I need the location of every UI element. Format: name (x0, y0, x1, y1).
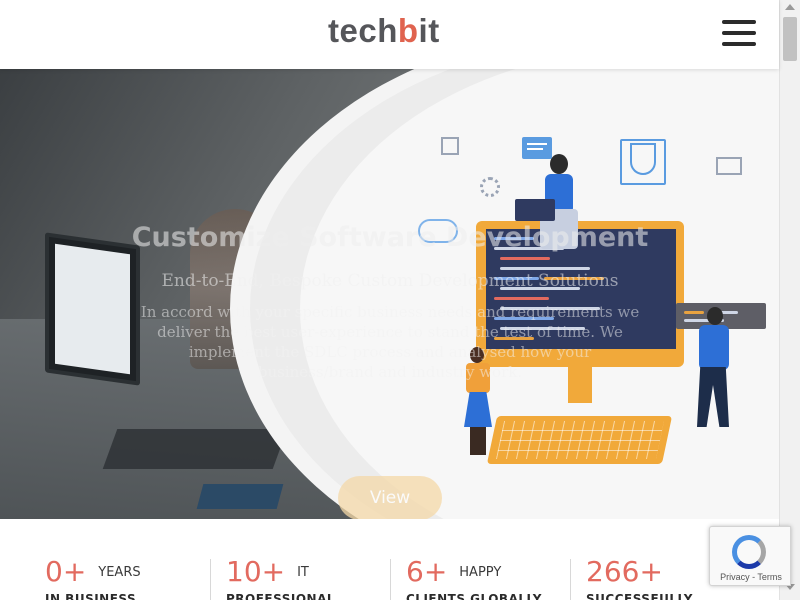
mail-icon (716, 157, 742, 175)
stat-unit: IT (297, 565, 309, 580)
recaptcha-links[interactable]: Privacy - Terms (710, 572, 792, 582)
site-header: techbit (0, 0, 779, 69)
recaptcha-badge[interactable]: Privacy - Terms (709, 526, 791, 586)
keyboard-keys (495, 421, 665, 459)
hamburger-menu-icon[interactable] (722, 20, 756, 48)
page: techbit Customize Software Development E… (0, 0, 800, 600)
scrollbar-thumb[interactable] (783, 17, 797, 61)
figure-body (699, 325, 729, 370)
stat-label: SUCCESSFULLY (586, 592, 693, 600)
stat-label: CLIENTS GLOBALLY (406, 592, 542, 600)
stat-years: 0+ YEARS IN BUSINESS (45, 555, 215, 600)
recaptcha-logo-center (742, 545, 756, 559)
menu-bar (722, 20, 756, 24)
hero-caption: Customize Software Development End-to-En… (110, 219, 670, 519)
logo-text-part2: it (418, 12, 440, 49)
plus-box-icon (441, 137, 459, 155)
stat-divider (570, 559, 571, 600)
laptop-icon (515, 199, 555, 221)
hero-description: In accord with your specific business ne… (140, 303, 640, 381)
figure-head (550, 154, 568, 174)
stat-label: PROFESSIONAL (226, 592, 336, 600)
stat-unit: YEARS (98, 565, 141, 580)
hero-slider: Customize Software Development End-to-En… (0, 69, 779, 519)
figure-legs (470, 427, 486, 455)
logo-text-part1: tech (328, 12, 398, 49)
view-button[interactable]: View (338, 476, 442, 519)
hero-title: Customize Software Development (131, 222, 649, 253)
scroll-up-arrow-icon[interactable] (785, 4, 795, 10)
techbit-logo[interactable]: techbit (328, 12, 440, 50)
stat-professionals: 10+ IT PROFESSIONAL (226, 555, 396, 600)
stats-section: 0+ YEARS IN BUSINESS 10+ IT PROFESSIONAL 6… (0, 519, 779, 600)
menu-bar (722, 42, 756, 46)
menu-bar (722, 31, 756, 35)
figure-legs (697, 367, 729, 427)
vertical-scrollbar[interactable] (779, 0, 800, 600)
stat-number: 0+ (45, 555, 87, 588)
figure-head (707, 307, 723, 325)
chat-line (527, 148, 543, 150)
stat-divider (210, 559, 211, 600)
hero-subtitle: End-to-End, Bespoke Custom Development S… (161, 271, 619, 291)
gear-icon (480, 177, 500, 197)
figure-skirt (464, 392, 492, 427)
standing-developer-figure (685, 307, 745, 437)
stat-number: 6+ (406, 555, 448, 588)
stat-number: 266+ (586, 555, 663, 588)
shield-icon (630, 143, 656, 175)
stat-label: IN BUSINESS (45, 592, 137, 600)
stat-clients: 6+ HAPPY CLIENTS GLOBALLY (406, 555, 576, 600)
stat-unit: HAPPY (459, 565, 502, 580)
chat-line (527, 143, 547, 145)
stat-divider (390, 559, 391, 600)
stat-number: 10+ (226, 555, 286, 588)
logo-text-accent: b (397, 12, 419, 49)
